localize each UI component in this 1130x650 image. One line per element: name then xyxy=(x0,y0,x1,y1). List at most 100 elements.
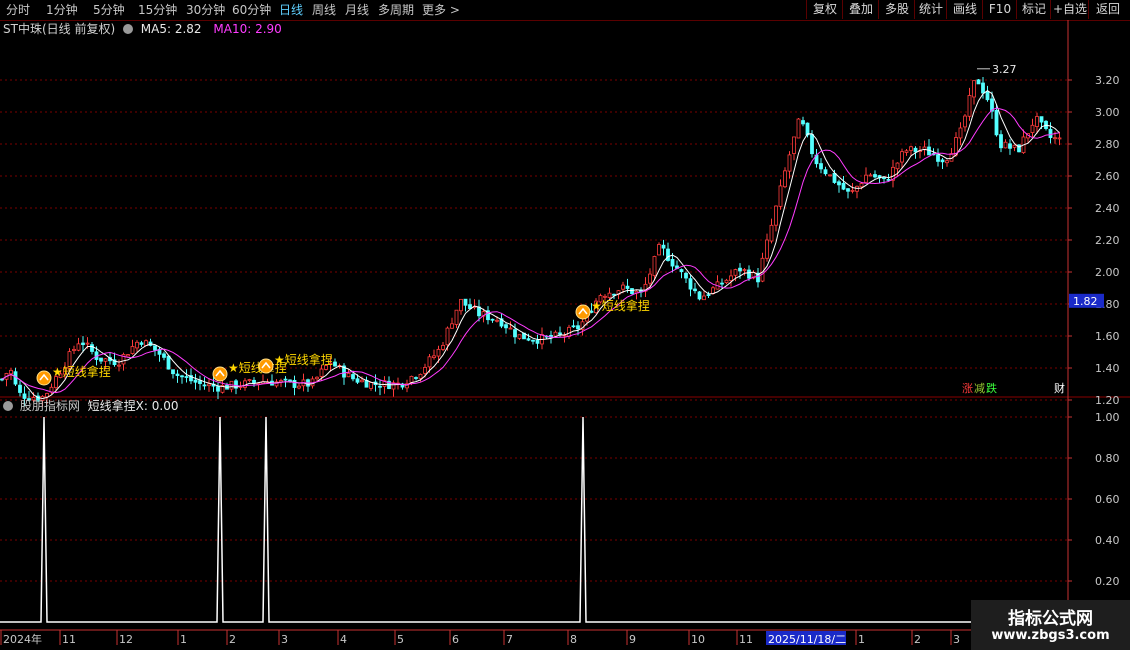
candle-down xyxy=(810,134,814,155)
signal-label: ★短线拿捏 xyxy=(591,298,650,313)
candle-up xyxy=(729,275,733,281)
date-label: 3 xyxy=(281,633,288,646)
indicator-tick-label: 0.20 xyxy=(1095,575,1120,588)
candle-up xyxy=(243,380,247,388)
candle-down xyxy=(936,154,940,162)
candle-down xyxy=(1008,143,1012,149)
date-label: 2 xyxy=(914,633,921,646)
candle-down xyxy=(666,248,670,261)
candle-down xyxy=(1039,116,1044,123)
watermark-url: www.zbgs3.com xyxy=(991,628,1110,643)
grid-lines xyxy=(0,79,1130,582)
candle-up xyxy=(103,358,108,362)
candle-up xyxy=(972,80,976,98)
indicator-spikes xyxy=(0,416,1068,623)
candle-down xyxy=(139,342,144,345)
candle-down xyxy=(697,291,702,300)
candle-down xyxy=(841,182,846,190)
indicator-settings-icon[interactable] xyxy=(3,401,13,411)
indicator-tick-label: 1.00 xyxy=(1095,411,1120,424)
price-tick-label: 3.00 xyxy=(1095,106,1120,119)
price-tick-label: 2.00 xyxy=(1095,266,1120,279)
candle-up xyxy=(1003,141,1008,149)
candle-down xyxy=(940,159,945,163)
candle-up xyxy=(657,244,661,256)
date-label: 10 xyxy=(691,633,705,646)
date-label: 5 xyxy=(397,633,404,646)
candle-up xyxy=(724,279,729,284)
candle-down xyxy=(463,298,468,306)
candle-down xyxy=(216,386,220,392)
candle-up xyxy=(603,295,607,298)
candle-up xyxy=(792,136,796,154)
badge-rise: 涨 xyxy=(962,382,973,395)
date-label: 4 xyxy=(340,633,347,646)
candle-up xyxy=(760,257,765,282)
peak-label: 3.27 xyxy=(992,63,1017,76)
candle-up xyxy=(427,356,432,368)
date-label: 11 xyxy=(739,633,753,646)
badge-mid: 减 xyxy=(974,382,985,395)
candle-up xyxy=(85,342,90,345)
candle-down xyxy=(688,278,693,290)
candle-up xyxy=(450,323,454,329)
candle-up xyxy=(553,331,558,337)
date-label: 3 xyxy=(953,633,960,646)
price-tick-label: 3.20 xyxy=(1095,74,1120,87)
candle-down xyxy=(355,378,360,383)
candle-down xyxy=(18,384,22,393)
price-tick-label: 2.40 xyxy=(1095,202,1120,215)
candle-up xyxy=(72,348,76,351)
candle-down xyxy=(684,272,688,279)
candle-up xyxy=(621,284,625,290)
indicator-tick-label: 0.80 xyxy=(1095,452,1120,465)
candle-down xyxy=(837,181,841,186)
indicator-title: 股朋指标网 xyxy=(19,399,80,413)
date-label: 1 xyxy=(180,633,187,646)
candle-down xyxy=(99,357,103,362)
candle-down xyxy=(252,379,256,384)
candle-down xyxy=(913,147,918,153)
candle-up xyxy=(868,174,873,177)
candle-up xyxy=(126,354,130,357)
candle-down xyxy=(184,376,189,378)
candle-down xyxy=(706,294,711,296)
candles xyxy=(0,76,1062,407)
candle-down xyxy=(576,325,580,330)
candle-up xyxy=(607,292,612,298)
candle-down xyxy=(333,361,337,367)
candle-down xyxy=(693,288,697,292)
candle-up xyxy=(796,118,801,139)
candle-up xyxy=(904,150,909,153)
signal-label: ★短线拿捏 xyxy=(52,364,111,379)
price-tick-label: 2.80 xyxy=(1095,138,1120,151)
candle-down xyxy=(490,318,495,321)
date-label: 6 xyxy=(452,633,459,646)
cursor-date-label: 2025/11/18/二 xyxy=(768,633,846,646)
candle-up xyxy=(432,355,436,359)
candle-down xyxy=(670,259,675,267)
candle-up xyxy=(742,269,747,271)
candle-up xyxy=(76,343,81,351)
candle-up xyxy=(909,146,913,151)
candle-down xyxy=(679,269,684,273)
indicator-line xyxy=(0,416,1068,623)
date-label: 7 xyxy=(506,633,513,646)
candle-up xyxy=(1030,124,1035,133)
candle-up xyxy=(445,327,450,346)
indicator-series-label: 短线拿捏X: 0.00 xyxy=(87,399,179,413)
signal-label: ★短线拿捏 xyxy=(274,352,333,367)
candle-up xyxy=(297,385,301,389)
candle-down xyxy=(162,353,166,358)
candle-up xyxy=(441,344,445,350)
candle-down xyxy=(1048,128,1053,139)
candle-down xyxy=(351,374,355,380)
candle-down xyxy=(198,380,202,384)
candle-up xyxy=(648,273,652,284)
candle-up xyxy=(1053,137,1057,140)
candle-up xyxy=(409,375,414,383)
candle-down xyxy=(738,267,742,272)
watermark-title: 指标公式网 xyxy=(1008,609,1093,629)
candle-down xyxy=(630,288,634,295)
candle-down xyxy=(526,338,531,341)
